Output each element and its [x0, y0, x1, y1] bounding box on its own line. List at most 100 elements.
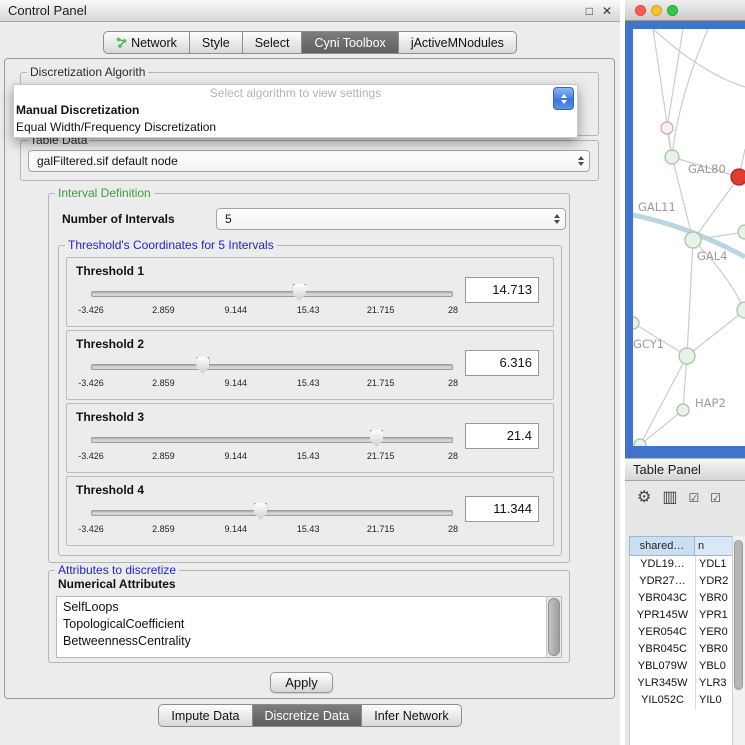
tab-label: Discretize Data [265, 709, 350, 723]
scale-tick-label: 15.43 [297, 524, 320, 534]
attributes-scrollbar[interactable] [546, 597, 561, 657]
attributes-scrollbar-thumb[interactable] [548, 598, 560, 656]
cell-shared-name: YBL079W [630, 658, 696, 675]
network-node-gcy1[interactable] [633, 317, 639, 329]
algorithm-option-manual-discretization[interactable]: Manual Discretization [14, 102, 577, 119]
slider-thumb[interactable] [293, 284, 306, 301]
close-window-icon[interactable]: ✕ [602, 4, 612, 18]
network-node[interactable] [634, 439, 646, 446]
network-window-titlebar [625, 0, 745, 21]
app-root: Control Panel □ ✕ Network Style Select Cyni… [0, 0, 745, 745]
slider-track [91, 364, 453, 370]
scale-tick-label: 21.715 [367, 305, 395, 315]
threshold-slider[interactable] [91, 357, 453, 375]
table-row[interactable]: YPR145WYPR1 [630, 607, 733, 624]
window-buttons: □ ✕ [586, 4, 612, 18]
threshold-panel: Threshold 1-3.4262.8599.14415.4321.71528… [66, 257, 554, 327]
threshold-value-field[interactable]: 14.713 [465, 277, 539, 303]
scale-tick-label: 28 [448, 451, 458, 461]
network-view-window: GAL80GAL11GAL4GCY1HAP2 [625, 0, 745, 458]
table-row[interactable]: YDR27…YDR2 [630, 573, 733, 590]
select-all-checkbox-icon[interactable]: ☑ [688, 490, 699, 506]
slider-thumb[interactable] [196, 357, 209, 374]
bottom-tab-strip: Impute Data Discretize Data Infer Network [0, 704, 620, 727]
float-window-icon[interactable]: □ [586, 4, 593, 18]
threshold-value-field[interactable]: 21.4 [465, 423, 539, 449]
cell-shared-name: YDL19… [630, 556, 696, 573]
cell-shared-name: YLR345W [630, 675, 696, 692]
table-scrollbar-thumb[interactable] [734, 540, 743, 690]
table-header-row: shared… n [629, 536, 733, 556]
network-canvas[interactable]: GAL80GAL11GAL4GCY1HAP2 [633, 29, 745, 446]
cell-name: YER0 [696, 624, 733, 641]
network-node-gal4[interactable] [685, 232, 701, 248]
slider-thumb[interactable] [370, 430, 383, 447]
table-row[interactable]: YBL079WYBL0 [630, 658, 733, 675]
threshold-label: Threshold 2 [76, 337, 144, 351]
scale-tick-label: 28 [448, 378, 458, 388]
scale-tick-label: 21.715 [367, 524, 395, 534]
scale-tick-label: 2.859 [152, 305, 175, 315]
column-header-name[interactable]: n [695, 536, 733, 556]
control-panel-title: Control Panel [8, 3, 87, 18]
table-row[interactable]: YBR045CYBR0 [630, 641, 733, 658]
algorithm-combobox-button[interactable] [553, 87, 574, 110]
gear-icon[interactable]: ⚙ [637, 490, 651, 506]
columns-icon[interactable]: ▥ [662, 490, 677, 506]
node-label-gcy1: GCY1 [633, 337, 664, 351]
table-scrollbar[interactable] [732, 536, 745, 745]
algorithm-option-equal-width-frequency[interactable]: Equal Width/Frequency Discretization [14, 119, 577, 136]
threshold-slider[interactable] [91, 284, 453, 302]
node-label-gal11: GAL11 [638, 200, 676, 214]
minimize-traffic-light-icon[interactable] [651, 5, 662, 16]
attribute-list-item[interactable]: SelfLoops [57, 599, 547, 616]
threshold-list: Threshold 1-3.4262.8599.14415.4321.71528… [66, 257, 554, 546]
attribute-list-item[interactable]: BetweennessCentrality [57, 633, 547, 650]
threshold-value-field[interactable]: 11.344 [465, 496, 539, 522]
attribute-list-item[interactable]: TopologicalCoefficient [57, 616, 547, 633]
tab-label: Select [255, 36, 290, 50]
table-data-combobox[interactable]: galFiltered.sif default node [28, 150, 590, 172]
table-row[interactable]: YER054CYER0 [630, 624, 733, 641]
scale-tick-label: 9.144 [225, 524, 248, 534]
control-panel-titlebar: Control Panel □ ✕ [0, 0, 620, 22]
tab-style[interactable]: Style [190, 31, 243, 54]
table-row[interactable]: YLR345WYLR3 [630, 675, 733, 692]
slider-thumb[interactable] [254, 503, 267, 520]
cell-name: YBL0 [696, 658, 733, 675]
threshold-panel: Threshold 4-3.4262.8599.14415.4321.71528… [66, 476, 554, 546]
table-row[interactable]: YIL052CYIL0 [630, 692, 733, 709]
threshold-slider[interactable] [91, 430, 453, 448]
zoom-traffic-light-icon[interactable] [667, 5, 678, 16]
scale-tick-label: 15.43 [297, 305, 320, 315]
network-node-highlighted[interactable] [731, 169, 745, 185]
threshold-value-field[interactable]: 6.316 [465, 350, 539, 376]
tab-impute-data[interactable]: Impute Data [158, 704, 252, 727]
threshold-slider[interactable] [91, 503, 453, 521]
tab-jactivemnodules[interactable]: jActiveMNodules [399, 31, 517, 54]
tab-label: Impute Data [171, 709, 239, 723]
numerical-attributes-label: Numerical Attributes [58, 577, 176, 591]
select-columns-checkbox-icon[interactable]: ☑ [710, 490, 721, 506]
slider-scale: -3.4262.8599.14415.4321.71528 [91, 524, 453, 536]
tab-discretize-data[interactable]: Discretize Data [253, 704, 363, 727]
table-row[interactable]: YDL19…YDL1 [630, 556, 733, 573]
table-data-value: galFiltered.sif default node [37, 154, 574, 168]
tab-network[interactable]: Network [103, 31, 190, 54]
tab-infer-network[interactable]: Infer Network [362, 704, 461, 727]
column-header-shared-name[interactable]: shared… [629, 536, 695, 556]
tab-cyni-toolbox[interactable]: Cyni Toolbox [302, 31, 398, 54]
tab-label: Style [202, 36, 230, 50]
network-node[interactable] [679, 348, 695, 364]
cell-name: YLR3 [696, 675, 733, 692]
close-traffic-light-icon[interactable] [635, 5, 646, 16]
number-of-intervals-combobox[interactable]: 5 [216, 208, 566, 230]
network-node-gal80[interactable] [665, 150, 679, 164]
network-node[interactable] [661, 122, 673, 134]
tab-select[interactable]: Select [243, 31, 303, 54]
apply-button[interactable]: Apply [270, 672, 333, 693]
network-node[interactable] [738, 225, 745, 239]
network-node-hap2[interactable] [677, 404, 689, 416]
scale-tick-label: 9.144 [225, 451, 248, 461]
table-row[interactable]: YBR043CYBR0 [630, 590, 733, 607]
